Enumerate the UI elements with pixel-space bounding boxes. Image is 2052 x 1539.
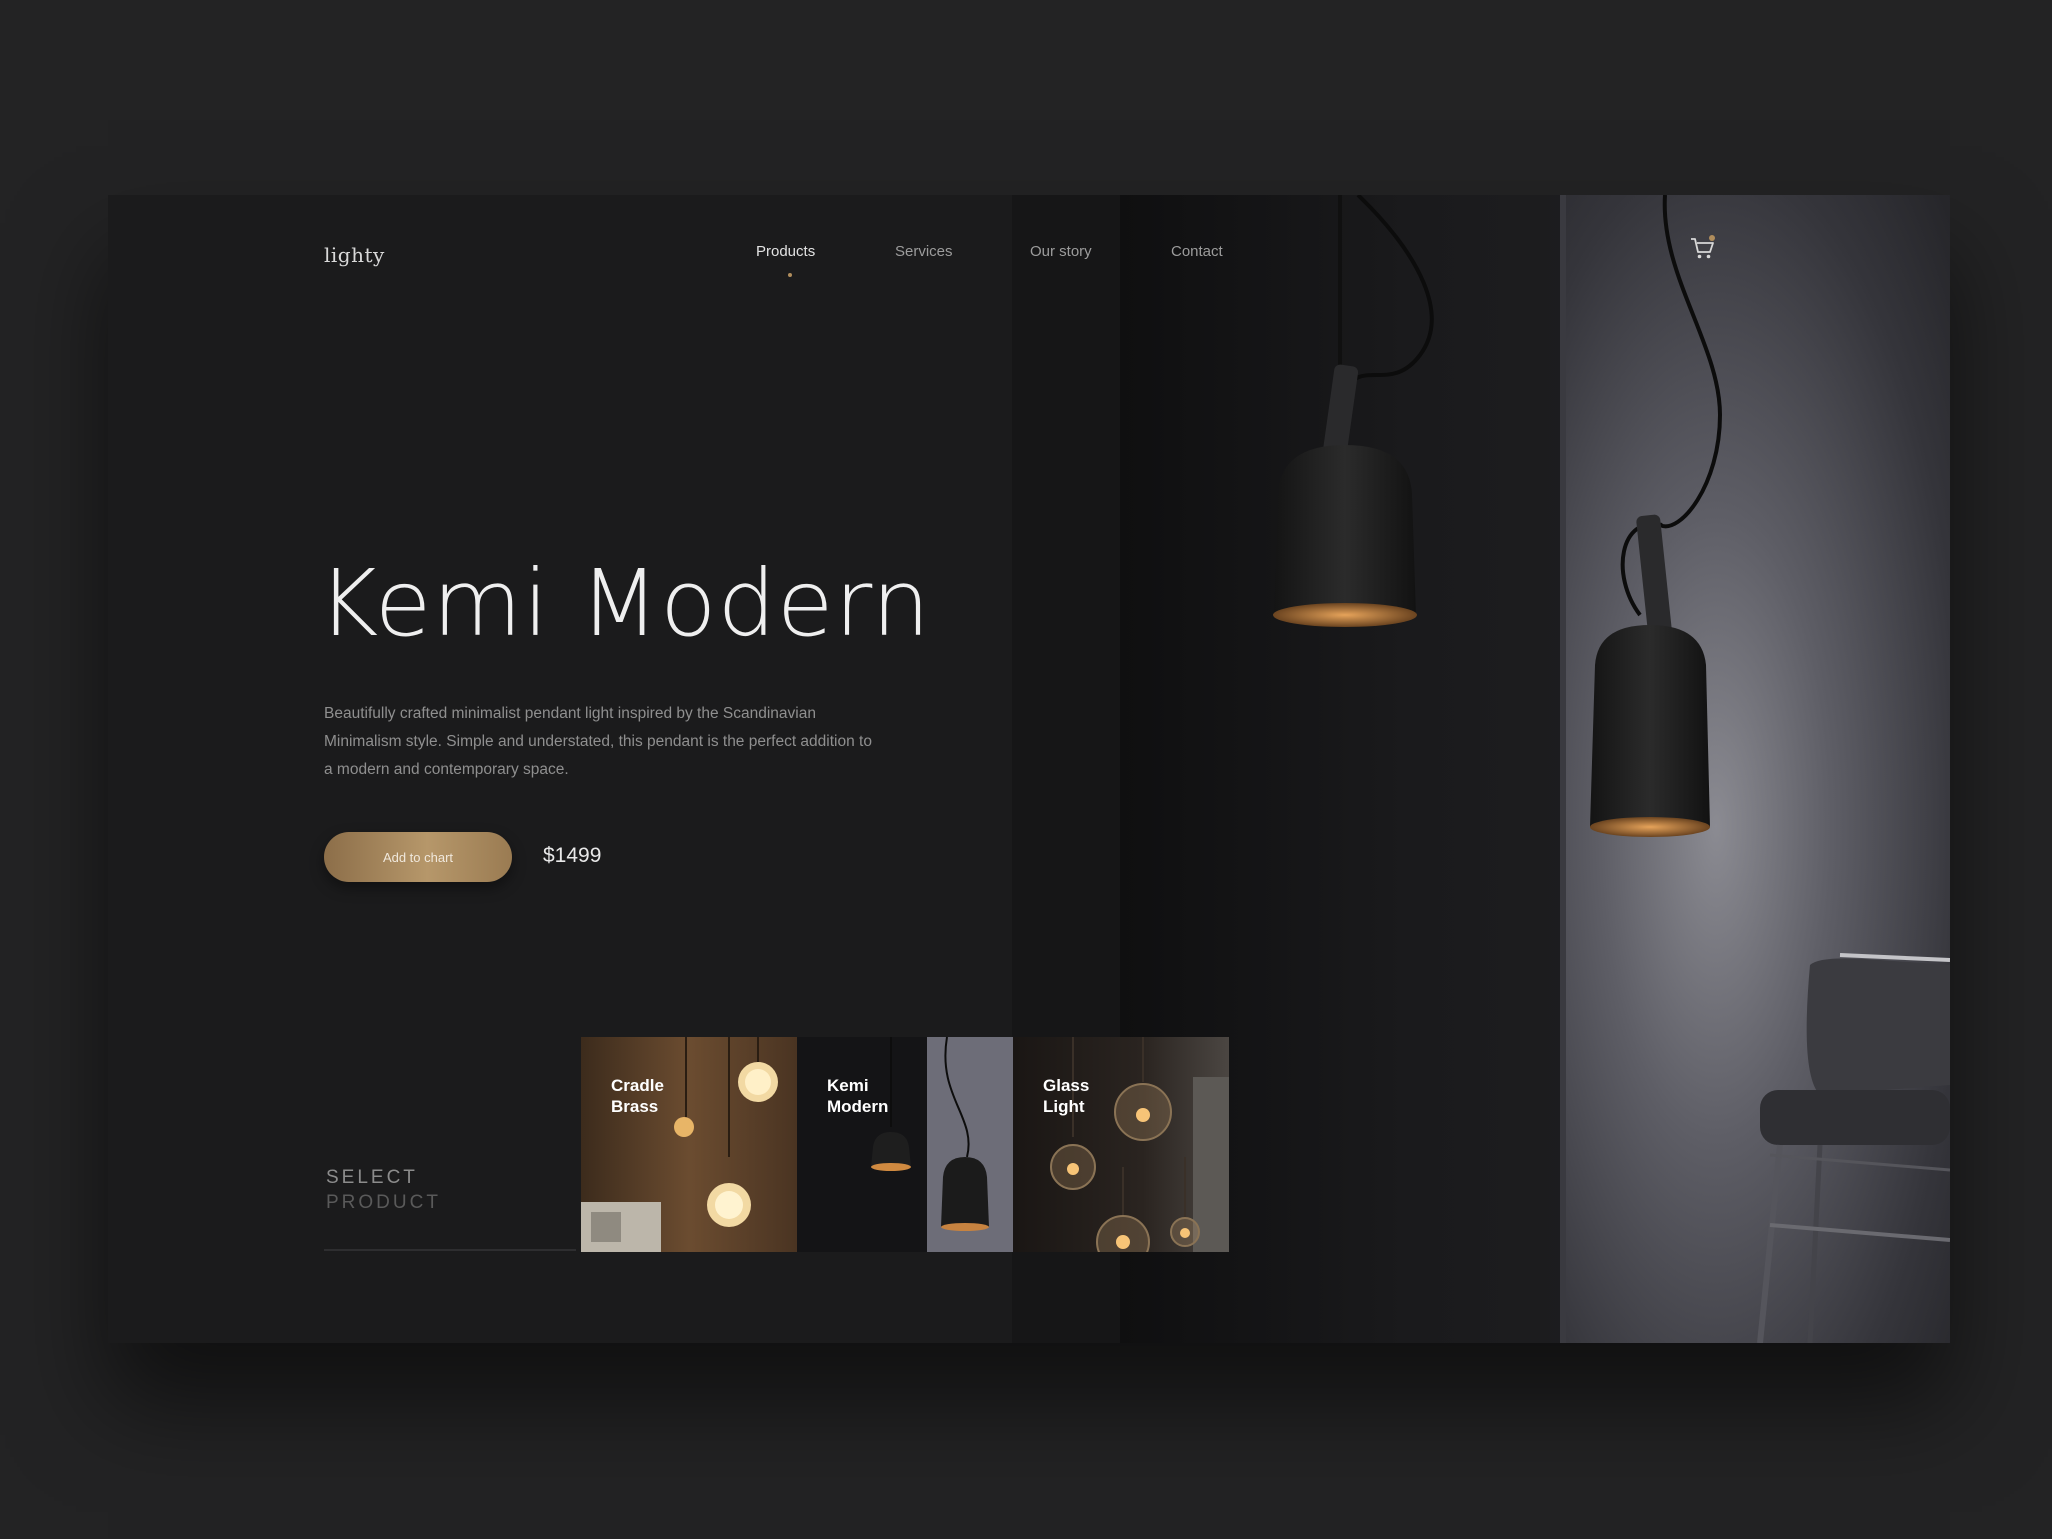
thumb-kemi-modern-label: Kemi Modern: [827, 1076, 889, 1116]
brand-logo[interactable]: lighty: [324, 243, 385, 267]
active-nav-indicator: [788, 273, 792, 277]
thumb-glass-light[interactable]: Glass Light: [1013, 1037, 1229, 1252]
thumb-cradle-brass-label: Cradle Brass: [611, 1076, 664, 1116]
product-title: Kemi Modern: [318, 550, 931, 657]
nav-services[interactable]: Services: [895, 243, 953, 260]
select-label-line2: PRODUCT: [326, 1192, 441, 1213]
nav-products[interactable]: Products: [756, 243, 815, 260]
nav-contact[interactable]: Contact: [1171, 243, 1223, 260]
product-price: $1499: [543, 844, 602, 867]
add-to-cart-button[interactable]: Add to chart: [324, 832, 512, 882]
cart-icon[interactable]: [1688, 233, 1718, 263]
product-description: Beautifully crafted minimalist pendant l…: [324, 705, 872, 778]
thumb-kemi-modern[interactable]: Kemi Modern: [797, 1037, 1013, 1252]
select-label-line1: SELECT: [326, 1167, 418, 1188]
landing-card: lighty Products Services Our story Conta…: [108, 195, 1950, 1343]
thumb-cradle-brass[interactable]: Cradle Brass: [581, 1037, 797, 1252]
glass-light-image: [1050, 1037, 1229, 1252]
cradle-brass-image: [581, 1037, 778, 1252]
kemi-modern-image: [871, 1037, 1013, 1252]
product-thumbnails: Cradle Brass Kemi Modern Glass Light: [581, 1037, 1229, 1252]
hero-image: [1120, 195, 1950, 1343]
pendant-lamps-illustration: [1273, 195, 1950, 1343]
thumb-glass-light-label: Glass Light: [1043, 1076, 1090, 1116]
nav-our-story[interactable]: Our story: [1030, 243, 1092, 260]
selector-divider: [324, 1249, 576, 1251]
select-product-label: SELECT PRODUCT: [326, 1165, 441, 1215]
page-background: lighty Products Services Our story Conta…: [0, 0, 2052, 1539]
